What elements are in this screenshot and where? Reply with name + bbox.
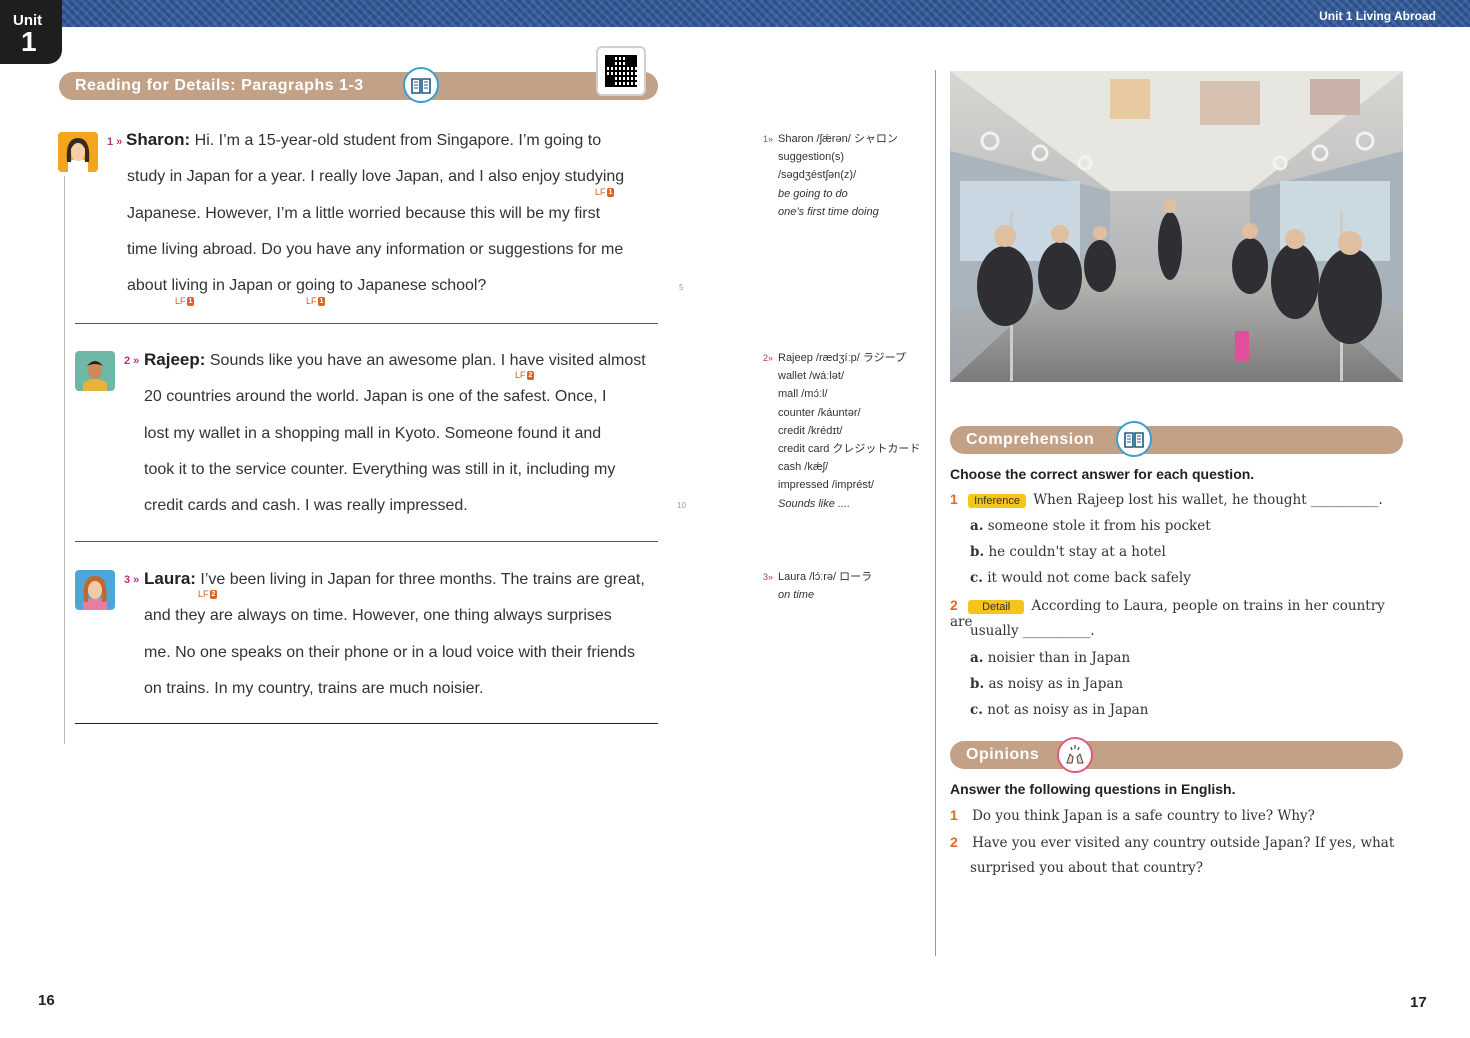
comprehension-instruction: Choose the correct answer for each quest… <box>950 466 1255 482</box>
question-text: When Rajeep lost his wallet, he thought … <box>1033 492 1383 508</box>
comprehension-title: Comprehension <box>966 431 1095 448</box>
glossary-block-2: Rajeep /rædʒíːp/ ラジープ wallet /wáːlət/ ma… <box>778 349 920 513</box>
glossary-entry: Sounds like .... <box>778 497 851 510</box>
opinion-question-2: 2 Have you ever visited any country outs… <box>950 834 1403 851</box>
line-number-10: 10 <box>677 501 686 510</box>
passage-margin-line <box>64 176 65 744</box>
detail-tag: Detail <box>968 600 1025 614</box>
question-number: 1 <box>950 491 958 507</box>
question-number: 1 <box>950 807 958 823</box>
page-number-right: 17 <box>1410 994 1427 1011</box>
lf-marker: LF 1 <box>595 187 615 198</box>
glossary-number-3: 3» <box>763 572 774 582</box>
reading-title: Reading for Details: Paragraphs 1-3 <box>75 77 364 94</box>
glossary-number-1: 1» <box>763 134 774 144</box>
speaker-laura: Laura: <box>144 569 196 588</box>
answer-option[interactable]: b. as noisy as in Japan <box>970 676 1123 692</box>
question-text-continued: usually __________. <box>970 623 1095 639</box>
glossary-entry: cash /kǽʃ/ <box>778 461 829 474</box>
paragraph-line: about living in Japan or going to Japane… <box>127 277 487 295</box>
divider <box>75 323 658 324</box>
opinions-title: Opinions <box>966 746 1040 763</box>
book-icon <box>403 67 439 103</box>
speaker-rajeep: Rajeep: <box>144 350 206 369</box>
question-text-continued: surprised you about that country? <box>970 860 1204 876</box>
glossary-entry: be going to do <box>778 187 848 200</box>
speaker-sharon: Sharon: <box>126 130 191 149</box>
avatar-sharon <box>58 132 98 172</box>
opinion-question-1: 1 Do you think Japan is a safe country t… <box>950 807 1403 824</box>
opinions-instruction: Answer the following questions in Englis… <box>950 781 1236 797</box>
lf-marker: LF 1 <box>175 296 195 307</box>
question-text: Have you ever visited any country outsid… <box>972 835 1395 851</box>
glossary-entry: suggestion(s) <box>778 151 845 164</box>
book-icon <box>1116 421 1152 457</box>
answer-option[interactable]: c. not as noisy as in Japan <box>970 702 1148 718</box>
glossary-entry: Sharon /ʃǽrən/ シャロン <box>778 133 898 145</box>
paragraph-line: I’ve been living in Japan for three mont… <box>195 571 645 588</box>
paragraph-line: credit cards and cash. I was really impr… <box>144 497 468 515</box>
glossary-entry: /səgdʒéstʃən(z)/ <box>778 169 857 182</box>
comprehension-section-bar: Comprehension <box>950 426 1403 454</box>
paragraph-line: me. No one speaks on their phone or in a… <box>144 643 635 661</box>
unit-tab: Unit 1 <box>0 0 62 64</box>
glossary-entry: credit /krédɪt/ <box>778 424 843 437</box>
paragraph-line: time living abroad. Do you have any info… <box>127 240 624 258</box>
lf-marker: LF 2 <box>515 370 535 381</box>
inference-tag: Inference <box>968 494 1026 508</box>
paragraph-number-2: 2 » <box>124 355 140 367</box>
glossary-entry: one’s first time doing <box>778 205 879 218</box>
paragraph-2: Rajeep: Sounds like you have an awesome … <box>144 342 658 524</box>
paragraph-line: Japanese. However, I’m a little worried … <box>127 204 601 222</box>
gutter-line <box>935 70 936 956</box>
glossary-entry: mall /mɔ́ːl/ <box>778 388 828 401</box>
paragraph-line: took it to the service counter. Everythi… <box>144 460 616 478</box>
comprehension-question-1: 1 Inference When Rajeep lost his wallet,… <box>950 491 1403 508</box>
line-number-5: 5 <box>679 283 684 292</box>
paragraph-number-1: 1 » <box>107 136 123 148</box>
glossary-number-2: 2» <box>763 353 774 363</box>
unit-number: 1 <box>21 26 37 57</box>
divider <box>75 723 658 724</box>
answer-option[interactable]: a. someone stole it from his pocket <box>970 518 1211 534</box>
avatar-rajeep <box>75 351 115 391</box>
reading-section-bar: Reading for Details: Paragraphs 1-3 <box>59 72 658 100</box>
paragraph-line: Sounds like you have an awesome plan. I … <box>205 352 646 369</box>
paragraph-line: study in Japan for a year. I really love… <box>127 168 625 186</box>
glossary-entry: wallet /wáːlət/ <box>778 370 845 383</box>
glossary-entry: credit card クレジットカード <box>778 443 921 456</box>
paragraph-line: lost my wallet in a shopping mall in Kyo… <box>144 424 602 442</box>
lf-marker: LF 1 <box>306 296 326 307</box>
train-interior-photo <box>950 71 1403 382</box>
paragraph-line: 20 countries around the world. Japan is … <box>144 388 607 406</box>
paragraph-line: and they are always on time. However, on… <box>144 607 612 625</box>
glossary-block-3: Laura /lɔ́ːrə/ ローラ on time <box>778 568 872 604</box>
glossary-entry: Laura /lɔ́ːrə/ ローラ <box>778 571 873 583</box>
glossary-entry: on time <box>778 589 815 602</box>
running-title: Unit 1 Living Abroad <box>1319 9 1436 23</box>
question-number: 2 <box>950 597 958 613</box>
raised-hands-icon <box>1057 737 1093 773</box>
glossary-entry: impressed /imprést/ <box>778 479 874 492</box>
opinions-section-bar: Opinions <box>950 741 1403 769</box>
header-band <box>0 0 1470 27</box>
avatar-laura <box>75 570 115 610</box>
answer-option[interactable]: a. noisier than in Japan <box>970 650 1130 666</box>
question-text: Do you think Japan is a safe country to … <box>972 808 1315 824</box>
paragraph-1: Sharon: Hi. I’m a 15-year-old student fr… <box>126 122 658 304</box>
glossary-entry: Rajeep /rædʒíːp/ ラジープ <box>778 352 906 364</box>
page-number-left: 16 <box>38 992 55 1009</box>
glossary-block-1: Sharon /ʃǽrən/ シャロン suggestion(s) /səgdʒ… <box>778 130 898 221</box>
answer-option[interactable]: c. it would not come back safely <box>970 570 1191 586</box>
paragraph-line: on trains. In my country, trains are muc… <box>144 679 484 697</box>
divider <box>75 541 658 542</box>
paragraph-number-3: 3 » <box>124 574 140 586</box>
qr-code-icon[interactable] <box>596 46 646 96</box>
paragraph-line: Hi. I’m a 15-year-old student from Singa… <box>190 132 602 149</box>
answer-option[interactable]: b. he couldn't stay at a hotel <box>970 544 1166 560</box>
question-number: 2 <box>950 834 958 850</box>
glossary-entry: counter /káuntər/ <box>778 406 861 419</box>
lf-marker: LF 2 <box>198 589 218 600</box>
paragraph-3: Laura: I’ve been living in Japan for thr… <box>144 561 658 707</box>
